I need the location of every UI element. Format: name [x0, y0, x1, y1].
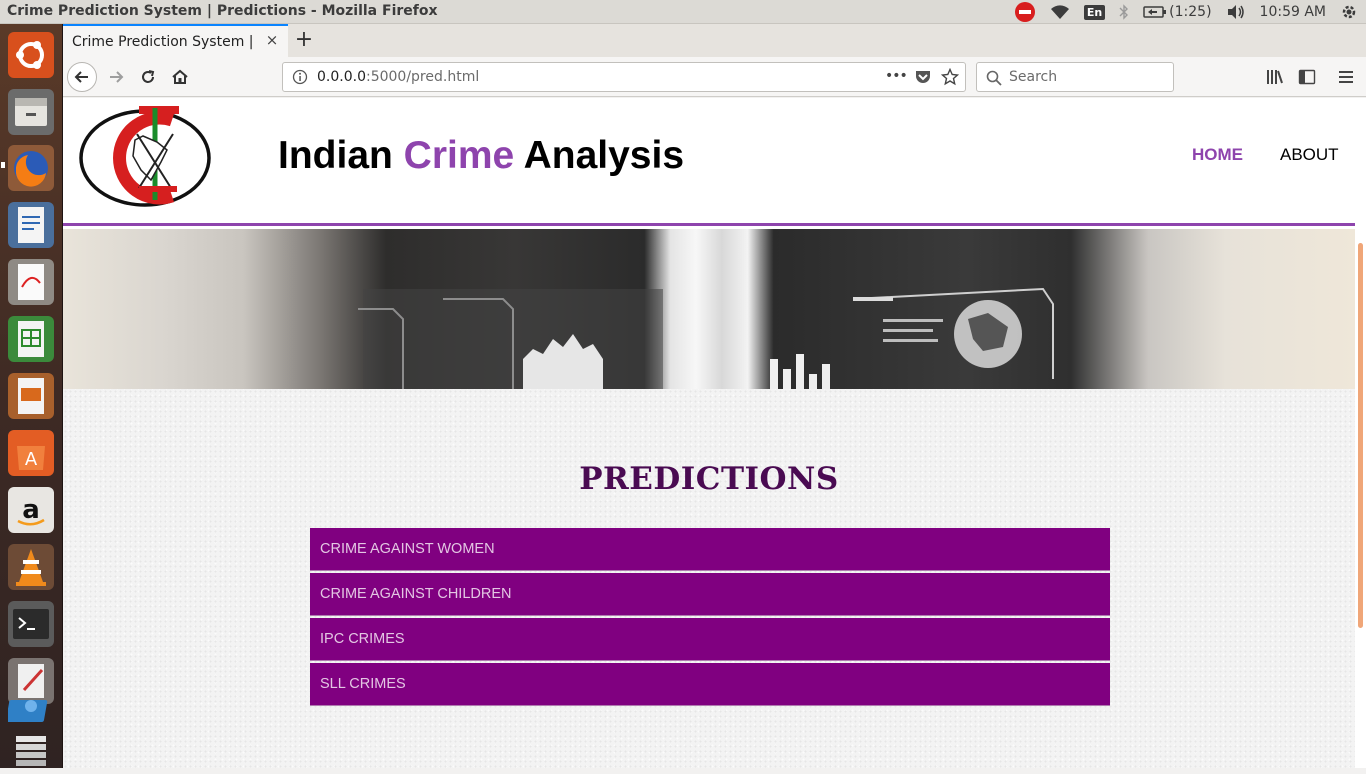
libreoffice-writer-icon[interactable] [6, 200, 56, 250]
info-icon[interactable] [292, 69, 308, 85]
nav-home-link[interactable]: HOME [1192, 145, 1243, 165]
svg-text:a: a [22, 495, 40, 525]
trash-icon[interactable] [6, 724, 56, 774]
keyboard-icon[interactable]: En [1083, 0, 1106, 24]
window-title: Crime Prediction System | Predictions - … [7, 3, 438, 19]
tab-title: Crime Prediction System | Predictions [72, 33, 258, 50]
forward-button[interactable] [101, 62, 131, 92]
site-title-part2: Analysis [514, 134, 685, 177]
firefox-running-pip [1, 162, 5, 168]
battery-icon [1143, 6, 1167, 18]
ubuntu-dash-icon[interactable] [6, 30, 56, 80]
url-text[interactable]: 0.0.0.0:5000/pred.html [317, 69, 479, 85]
site-title-accent: Crime [403, 134, 515, 177]
bookmark-star-icon[interactable] [941, 68, 959, 86]
sidebar-button[interactable] [1292, 62, 1322, 92]
top-panel: Crime Prediction System | Predictions - … [0, 0, 1366, 24]
search-bar[interactable]: Search [976, 62, 1174, 92]
document-viewer-icon[interactable] [6, 257, 56, 307]
predictions-heading: PREDICTIONS [579, 461, 839, 497]
site-title-part1: Indian [278, 134, 404, 177]
reload-button[interactable] [133, 62, 163, 92]
prediction-link-sll[interactable]: SLL CRIMES [310, 663, 1110, 706]
menu-button[interactable] [1331, 62, 1361, 92]
url-bar[interactable]: 0.0.0.0:5000/pred.html ••• [282, 62, 966, 92]
site-header: Indian Crime Analysis HOME ABOUT [63, 98, 1355, 226]
search-icon [986, 70, 1002, 86]
nav-about-link[interactable]: ABOUT [1280, 145, 1339, 165]
prediction-link-ipc[interactable]: IPC CRIMES [310, 618, 1110, 661]
battery-time: (1:25) [1169, 4, 1212, 20]
library-icon [1267, 70, 1283, 84]
page-viewport: Indian Crime Analysis HOME ABOUT PREDICT… [63, 98, 1366, 768]
amazon-icon[interactable]: a [6, 485, 56, 535]
battery-indicator[interactable]: (1:25) [1143, 0, 1212, 24]
libreoffice-impress-icon[interactable] [6, 371, 56, 421]
site-title: Indian Crime Analysis [278, 134, 684, 178]
back-arrow-icon [74, 71, 88, 83]
url-path: :5000/pred.html [365, 69, 480, 85]
settings-gear-icon[interactable] [1340, 0, 1358, 24]
back-button[interactable] [67, 62, 97, 92]
libreoffice-calc-icon[interactable] [6, 314, 56, 364]
page-actions-icon[interactable]: ••• [885, 68, 908, 84]
volume-icon[interactable] [1226, 0, 1246, 24]
wifi-icon[interactable] [1050, 0, 1070, 24]
forward-arrow-icon [110, 71, 124, 83]
keyboard-layout: En [1083, 4, 1106, 20]
home-icon [172, 69, 188, 84]
software-center-icon[interactable]: A [6, 428, 56, 478]
pocket-icon[interactable] [914, 69, 932, 85]
bluetooth-icon[interactable] [1119, 0, 1129, 24]
hamburger-menu-icon [1339, 71, 1353, 83]
stop-icon[interactable] [1014, 0, 1036, 24]
tab-close-icon[interactable]: × [264, 32, 280, 48]
page-scrollbar[interactable] [1355, 98, 1366, 768]
prediction-link-children[interactable]: CRIME AGAINST CHILDREN [310, 573, 1110, 616]
banner-image [63, 229, 1355, 389]
prediction-link-women[interactable]: CRIME AGAINST WOMEN [310, 528, 1110, 571]
site-logo[interactable] [77, 100, 227, 212]
search-placeholder: Search [1009, 69, 1058, 85]
terminal-icon[interactable] [6, 599, 56, 649]
library-button[interactable] [1260, 62, 1290, 92]
tab-strip: Crime Prediction System | Predictions × … [63, 24, 1366, 57]
svg-text:A: A [25, 449, 38, 470]
scrollbar-thumb[interactable] [1358, 243, 1363, 628]
reload-icon [142, 70, 155, 83]
vlc-icon[interactable] [6, 542, 56, 592]
predictions-section: PREDICTIONS CRIME AGAINST WOMEN CRIME AG… [63, 389, 1355, 768]
unity-launcher: A a [0, 24, 63, 768]
predictions-list: CRIME AGAINST WOMEN CRIME AGAINST CHILDR… [310, 528, 1110, 708]
navigation-toolbar: 0.0.0.0:5000/pred.html ••• Search [63, 57, 1366, 97]
system-tray: En (1:25) 10:59 AM [1007, 0, 1366, 24]
files-icon[interactable] [6, 87, 56, 137]
clock[interactable]: 10:59 AM [1260, 0, 1326, 24]
firefox-icon[interactable] [6, 143, 56, 193]
tab-active[interactable]: Crime Prediction System | Predictions × [63, 24, 288, 57]
sidebar-icon [1298, 69, 1316, 85]
new-tab-button[interactable]: + [292, 28, 316, 52]
url-host: 0.0.0.0 [317, 69, 366, 85]
home-button[interactable] [165, 62, 195, 92]
